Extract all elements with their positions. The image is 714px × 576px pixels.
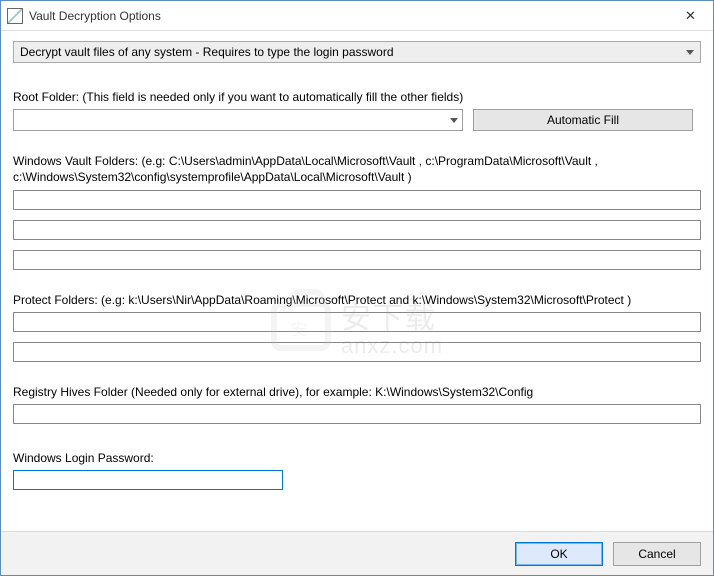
login-password-input[interactable]	[13, 470, 283, 490]
close-button[interactable]: ✕	[668, 1, 713, 30]
vault-folder-input-3[interactable]	[13, 250, 701, 270]
automatic-fill-label: Automatic Fill	[547, 113, 619, 127]
ok-label: OK	[550, 547, 567, 561]
decryption-mode-dropdown[interactable]: Decrypt vault files of any system - Requ…	[13, 41, 701, 63]
cancel-button[interactable]: Cancel	[613, 542, 701, 566]
window-title: Vault Decryption Options	[29, 9, 668, 23]
chevron-down-icon	[686, 50, 694, 55]
ok-button[interactable]: OK	[515, 542, 603, 566]
protect-folder-input-1[interactable]	[13, 312, 701, 332]
registry-hives-label: Registry Hives Folder (Needed only for e…	[13, 384, 701, 400]
login-password-label: Windows Login Password:	[13, 450, 701, 466]
dialog-footer: OK Cancel	[1, 531, 713, 575]
root-folder-input[interactable]	[13, 109, 463, 131]
titlebar: Vault Decryption Options ✕	[1, 1, 713, 31]
registry-hives-input[interactable]	[13, 404, 701, 424]
dialog-window: Vault Decryption Options ✕ Decrypt vault…	[0, 0, 714, 576]
protect-folder-input-2[interactable]	[13, 342, 701, 362]
content-area: Decrypt vault files of any system - Requ…	[1, 31, 713, 531]
app-icon	[7, 8, 23, 24]
vault-folders-section: Windows Vault Folders: (e.g: C:\Users\ad…	[13, 153, 701, 269]
decryption-mode-selected: Decrypt vault files of any system - Requ…	[20, 45, 682, 59]
root-folder-label: Root Folder: (This field is needed only …	[13, 89, 701, 105]
vault-folder-input-1[interactable]	[13, 190, 701, 210]
close-icon: ✕	[685, 8, 696, 24]
chevron-down-icon	[450, 118, 458, 123]
protect-folders-label: Protect Folders: (e.g: k:\Users\Nir\AppD…	[13, 292, 701, 308]
vault-folder-input-2[interactable]	[13, 220, 701, 240]
automatic-fill-button[interactable]: Automatic Fill	[473, 109, 693, 131]
cancel-label: Cancel	[638, 547, 675, 561]
protect-folders-section: Protect Folders: (e.g: k:\Users\Nir\AppD…	[13, 292, 701, 362]
vault-folders-label: Windows Vault Folders: (e.g: C:\Users\ad…	[13, 153, 701, 185]
root-folder-section: Root Folder: (This field is needed only …	[13, 89, 701, 131]
registry-hives-section: Registry Hives Folder (Needed only for e…	[13, 384, 701, 424]
login-password-section: Windows Login Password:	[13, 450, 701, 490]
